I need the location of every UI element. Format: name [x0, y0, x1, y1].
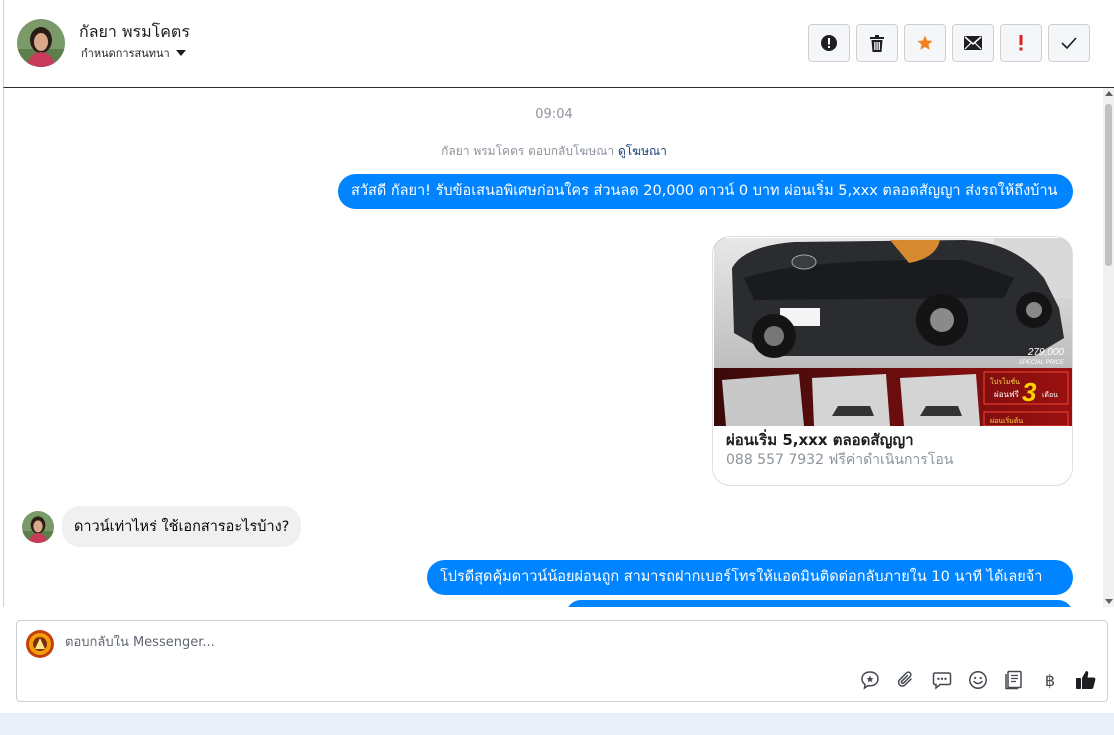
contact-avatar[interactable] — [17, 19, 65, 67]
view-ad-link[interactable]: ดูโฆษณา — [618, 144, 667, 158]
smiley-icon — [969, 671, 987, 689]
ad-image-price-sub: SPECIAL PRICE — [1019, 360, 1065, 366]
ad-image-promo-small: โปรโมชั่น — [990, 377, 1020, 386]
caret-down-icon — [175, 50, 186, 56]
incoming-message[interactable]: ดาวน์เท่าไหร่ ใช้เอกสารอะไรบ้าง? — [62, 506, 302, 547]
footer-background — [0, 713, 1114, 735]
envelope-icon — [964, 36, 982, 50]
message-thread[interactable]: 09:04 กัลยา พรมโคตร ตอบกลับโฆษณา ดูโฆษณา… — [3, 88, 1103, 607]
delete-button[interactable] — [856, 24, 898, 62]
notebook-icon — [1005, 670, 1022, 690]
incoming-message-row: ดาวน์เท่าไหร่ ใช้เอกสารอะไรบ้าง? — [22, 506, 302, 547]
ad-card-subtitle: 088 557 7932 ฟรีค่าดำเนินการโอน — [726, 452, 954, 468]
composer-toolbar: ฿ — [859, 669, 1097, 691]
alert-circle-icon — [821, 35, 837, 51]
ad-image-price: 279,000 — [1027, 347, 1065, 358]
ad-image-promo-free: ผ่อนฟรี — [994, 390, 1020, 399]
scroll-down-arrow-icon[interactable] — [1105, 599, 1113, 604]
assign-conversation-label: กำหนดการสนทนา — [81, 47, 170, 60]
ad-reply-notice: กัลยา พรมโคตร ตอบกลับโฆษณา ดูโฆษณา — [4, 142, 1103, 161]
reply-input[interactable] — [65, 635, 965, 650]
catalog-button[interactable] — [1003, 669, 1025, 691]
trash-icon — [870, 34, 884, 52]
page-avatar — [26, 630, 54, 658]
exclamation-icon — [1019, 35, 1023, 51]
ad-card-image[interactable]: 279,000 SPECIAL PRICE โปรโมชั่น ผ่อนฟรี … — [714, 238, 1072, 426]
mark-spam-button[interactable] — [808, 24, 850, 62]
contact-name: กัลยา พรมโคตร — [79, 22, 190, 41]
chat-bubble-dots-icon — [932, 672, 952, 690]
outgoing-message-partial[interactable] — [566, 600, 1073, 607]
reply-composer: ฿ — [16, 620, 1108, 702]
thread-scrollbar[interactable] — [1103, 88, 1114, 607]
ad-image-promo-bottom: ผ่อนเริ่มต้น — [990, 416, 1023, 425]
thumbs-up-icon — [1076, 671, 1096, 689]
message-timestamp: 09:04 — [535, 107, 573, 122]
baht-icon: ฿ — [1044, 670, 1056, 690]
chat-star-icon — [861, 671, 879, 690]
outgoing-message[interactable]: สวัสดี กัลยา! รับข้อเสนอพิเศษก่อนใคร ส่ว… — [338, 174, 1073, 209]
conversation-actions — [808, 24, 1090, 62]
outgoing-message[interactable]: โปรดีสุดคุ้มดาวน์น้อยผ่อนถูก สามารถฝากเบ… — [427, 560, 1073, 595]
attach-file-button[interactable] — [895, 669, 917, 691]
like-button[interactable] — [1075, 669, 1097, 691]
follow-up-button[interactable] — [1000, 24, 1042, 62]
ad-image-promo-unit: เดือน — [1042, 391, 1058, 399]
conversation-header: กัลยา พรมโคตร กำหนดการสนทนา — [3, 0, 1114, 88]
payment-button[interactable]: ฿ — [1039, 669, 1061, 691]
quick-reply-button[interactable] — [931, 669, 953, 691]
ad-image-promo-number: 3 — [1022, 377, 1037, 407]
mark-unread-button[interactable] — [952, 24, 994, 62]
scroll-up-arrow-icon[interactable] — [1105, 91, 1113, 96]
star-button[interactable] — [904, 24, 946, 62]
ad-card[interactable]: 279,000 SPECIAL PRICE โปรโมชั่น ผ่อนฟรี … — [712, 236, 1073, 486]
check-icon — [1061, 37, 1077, 49]
star-icon — [917, 35, 933, 50]
mark-done-button[interactable] — [1048, 24, 1090, 62]
assign-conversation-dropdown[interactable]: กำหนดการสนทนา — [81, 44, 186, 62]
sender-avatar[interactable] — [22, 510, 54, 543]
saved-reply-button[interactable] — [859, 669, 881, 691]
paperclip-icon — [897, 671, 912, 687]
emoji-button[interactable] — [967, 669, 989, 691]
scroll-thumb[interactable] — [1105, 104, 1112, 266]
ad-reply-notice-text: กัลยา พรมโคตร ตอบกลับโฆษณา — [441, 144, 615, 158]
